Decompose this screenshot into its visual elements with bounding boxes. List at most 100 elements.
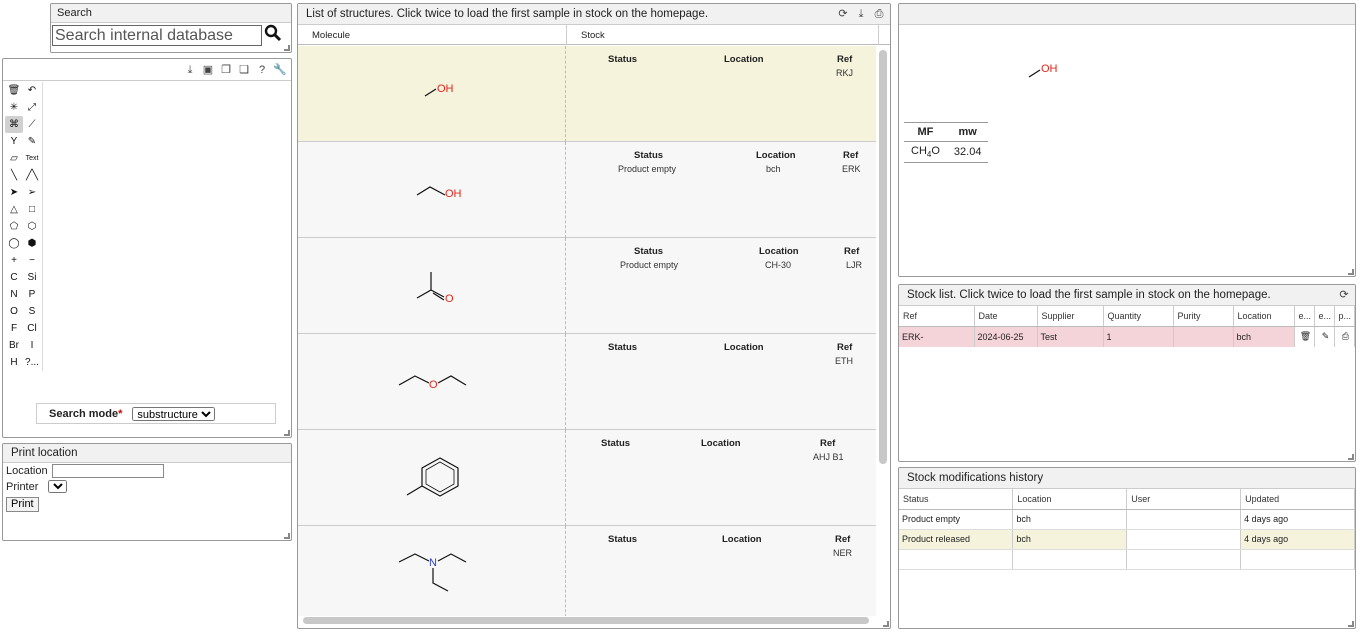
edit-icon[interactable]: ✎ [1314, 326, 1335, 347]
structure-row[interactable]: O Status Location Ref Product empty CH-3… [298, 238, 876, 334]
help-icon[interactable]: ? [255, 63, 269, 77]
atom-c[interactable]: C [5, 269, 23, 286]
column-location[interactable]: Location [1233, 306, 1295, 327]
refresh-icon[interactable]: ⟳ [1337, 288, 1351, 302]
structure-row[interactable]: Status Location Ref AHJ B1 [298, 430, 876, 526]
column-molecule[interactable]: Molecule [312, 30, 350, 41]
tool-undo[interactable]: ↶ [23, 82, 41, 99]
editor-tool-palette: 🗑 ↶ ✳ ⤢ ⌘ ⟋ Y ✎ ▱ Text ╲ ╱╲ ➤ ➢ △ □ ⬠ ⬡ … [5, 82, 43, 371]
stock-status: Product empty [618, 164, 677, 174]
stock-ref: LJR [846, 260, 863, 270]
print-button[interactable]: Print [6, 496, 39, 512]
location-input[interactable] [51, 464, 164, 478]
atom-h[interactable]: H [5, 354, 23, 371]
stock-status-header: Status [634, 150, 664, 161]
column-updated[interactable]: Updated [1240, 489, 1355, 510]
history-user [1126, 509, 1242, 530]
resize-handle[interactable] [284, 45, 290, 51]
print-icon[interactable]: ⎙ [1334, 326, 1355, 347]
history-location: bch [1012, 529, 1128, 550]
resize-handle[interactable] [1348, 621, 1354, 627]
tool-wedge[interactable]: ➤ [5, 184, 23, 201]
structure-list-panel: List of structures. Click twice to load … [297, 3, 891, 629]
wrench-icon[interactable]: 🔧 [273, 63, 287, 77]
column-print[interactable]: p... [1334, 306, 1355, 327]
history-row[interactable]: Product released bch 4 days ago [899, 529, 1355, 550]
print-icon[interactable]: ⎙ [872, 7, 886, 21]
printer-select[interactable] [48, 480, 68, 493]
column-quantity[interactable]: Quantity [1103, 306, 1174, 327]
structure-row[interactable]: OH Status Location Ref Product empty bch… [298, 142, 876, 238]
structure-list-title: List of structures. Click twice to load … [298, 4, 890, 25]
viewer-header [899, 4, 1355, 25]
tool-plus-charge[interactable]: + [5, 252, 23, 269]
image-icon[interactable]: ▣ [201, 63, 215, 77]
column-purity[interactable]: Purity [1173, 306, 1234, 327]
search-input[interactable] [52, 25, 262, 46]
resize-handle[interactable] [284, 533, 290, 539]
refresh-icon[interactable]: ⟳ [836, 7, 850, 21]
formula-table: MF mw CH4O 32.04 [904, 122, 989, 164]
atom-s[interactable]: S [23, 303, 41, 320]
atom-si[interactable]: Si [23, 269, 41, 286]
atom-p[interactable]: P [23, 286, 41, 303]
tool-text[interactable]: Text [23, 150, 41, 167]
tool-single-bond[interactable]: ╲ [5, 167, 23, 184]
column-stock[interactable]: Stock [581, 30, 605, 41]
stock-ref-header: Ref [844, 246, 860, 257]
tool-pen[interactable]: ✎ [23, 133, 41, 150]
vertical-scrollbar[interactable] [879, 50, 887, 464]
search-mode-select[interactable]: substructure [132, 406, 216, 421]
atom-other[interactable]: ?... [23, 354, 41, 371]
tool-chain[interactable]: Y [5, 133, 23, 150]
column-date[interactable]: Date [974, 306, 1038, 327]
atom-br[interactable]: Br [5, 337, 23, 354]
column-ref[interactable]: Ref [899, 306, 975, 327]
tool-eraser[interactable]: ▱ [5, 150, 23, 167]
tool-zigzag[interactable]: ╱╲ [23, 167, 41, 184]
trash-icon[interactable]: 🗑 [1294, 326, 1315, 347]
tool-hexagon[interactable]: ⬡ [23, 218, 41, 235]
atom-cl[interactable]: Cl [23, 320, 41, 337]
mw-header: mw [946, 122, 989, 142]
download-icon[interactable]: ⤓ [854, 7, 868, 21]
resize-handle[interactable] [1348, 454, 1354, 460]
magnifier-icon[interactable] [262, 24, 284, 47]
atom-n[interactable]: N [5, 286, 23, 303]
stock-ref: AHJ B1 [813, 452, 844, 462]
tool-benzene[interactable]: ⬢ [23, 235, 41, 252]
structure-row[interactable]: O Status Location Ref ETH [298, 334, 876, 430]
column-location[interactable]: Location [1012, 489, 1128, 510]
resize-handle[interactable] [883, 621, 889, 627]
stock-row[interactable]: ERK- 2024-06-25 Test 1 bch 🗑 ✎ ⎙ [899, 326, 1355, 347]
copy-icon[interactable]: ❐ [219, 63, 233, 77]
stock-status: Product empty [620, 260, 679, 270]
tool-minus-charge[interactable]: − [23, 252, 41, 269]
atom-i[interactable]: I [23, 337, 41, 354]
tool-hash[interactable]: ➢ [23, 184, 41, 201]
tool-lasso[interactable]: ⌘ [5, 116, 23, 133]
horizontal-scrollbar[interactable] [303, 617, 869, 624]
tool-square[interactable]: □ [23, 201, 41, 218]
tool-clear[interactable]: 🗑 [5, 82, 23, 99]
tool-triangle[interactable]: △ [5, 201, 23, 218]
resize-handle[interactable] [1348, 269, 1354, 275]
column-delete[interactable]: e... [1294, 306, 1315, 327]
column-status[interactable]: Status [899, 489, 1014, 510]
resize-handle[interactable] [284, 430, 290, 436]
paste-icon[interactable]: ❏ [237, 63, 251, 77]
tool-pentagon[interactable]: ⬠ [5, 218, 23, 235]
structure-row[interactable]: N Status Location Ref NER [298, 526, 876, 616]
tool-explicit-h[interactable]: ✳ [5, 99, 23, 116]
tool-expand[interactable]: ⤢ [23, 99, 41, 116]
atom-f[interactable]: F [5, 320, 23, 337]
column-edit[interactable]: e... [1314, 306, 1335, 327]
column-user[interactable]: User [1126, 489, 1242, 510]
download-icon[interactable]: ⤓ [183, 63, 197, 77]
column-supplier[interactable]: Supplier [1037, 306, 1104, 327]
tool-circle[interactable]: ◯ [5, 235, 23, 252]
structure-row[interactable]: OH Status Location Ref RKJ [298, 46, 876, 142]
tool-bond[interactable]: ⟋ [23, 116, 41, 133]
history-row[interactable]: Product empty bch 4 days ago [899, 509, 1355, 530]
atom-o[interactable]: O [5, 303, 23, 320]
